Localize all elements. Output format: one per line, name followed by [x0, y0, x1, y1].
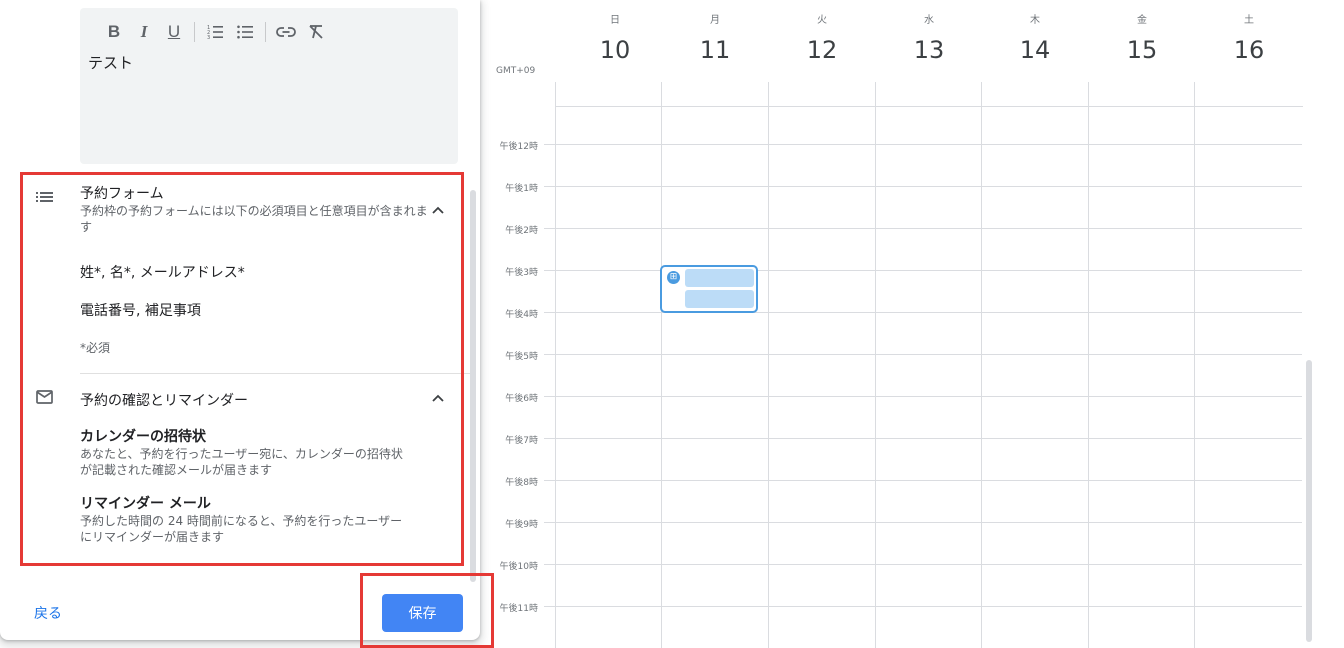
- day-number[interactable]: 14: [995, 36, 1075, 64]
- header-divider: [555, 106, 1303, 107]
- day-of-week: 火: [817, 15, 827, 26]
- time-label: 午後9時: [505, 520, 538, 530]
- editor-toolbar: B I U 1 2 3: [102, 18, 334, 46]
- reminder-title: リマインダー メール: [80, 496, 211, 512]
- panel-scrollbar[interactable]: [470, 190, 476, 582]
- booking-form-title: 予約フォーム: [80, 186, 164, 202]
- time-label: 午後5時: [505, 352, 538, 362]
- reminder-description-line-2: にリマインダーが届きます: [80, 530, 225, 544]
- hour-line: [544, 228, 1302, 229]
- time-label: 午後11時: [499, 604, 538, 614]
- hour-line: [544, 354, 1302, 355]
- booking-settings-panel: B I U 1 2 3 テスト 予約フォーム 予約枠の予約フォームには以下の必須…: [0, 0, 480, 640]
- numbered-list-icon[interactable]: 1 2 3: [203, 20, 227, 44]
- section-divider: [80, 373, 470, 374]
- time-label: 午後10時: [499, 562, 538, 572]
- invite-title: カレンダーの招待状: [80, 429, 206, 445]
- day-of-week: 木: [1030, 15, 1040, 26]
- chevron-up-icon[interactable]: [432, 394, 444, 402]
- hour-line: [544, 438, 1302, 439]
- confirmation-title: 予約の確認とリマインダー: [80, 393, 248, 409]
- invite-description-line-2: が記載された確認メールが届きます: [80, 463, 273, 477]
- hour-line: [544, 312, 1302, 313]
- save-button[interactable]: 保存: [382, 594, 463, 632]
- time-label: 午後2時: [505, 226, 538, 236]
- appointment-slot[interactable]: [685, 290, 754, 308]
- hour-line: [544, 270, 1302, 271]
- hour-line: [544, 606, 1302, 607]
- hour-line: [544, 480, 1302, 481]
- day-number[interactable]: 11: [675, 36, 755, 64]
- week-calendar: GMT+09 日 月 火 水 木 金 土 10 11 12 13 14 15 1…: [480, 0, 1344, 648]
- time-label: 午後8時: [505, 478, 538, 488]
- mail-icon: [36, 390, 53, 404]
- hour-line: [544, 522, 1302, 523]
- description-editor[interactable]: B I U 1 2 3 テスト: [80, 8, 458, 164]
- back-link[interactable]: 戻る: [34, 603, 62, 623]
- svg-text:3: 3: [207, 35, 210, 41]
- link-icon[interactable]: [274, 20, 298, 44]
- time-label: 午後1時: [505, 184, 538, 194]
- day-number[interactable]: 16: [1209, 36, 1289, 64]
- chevron-up-icon[interactable]: [432, 206, 444, 214]
- optional-fields: 電話番号, 補足事項: [80, 303, 201, 319]
- italic-button[interactable]: I: [132, 20, 156, 44]
- day-of-week: 水: [924, 15, 934, 26]
- day-of-week: 月: [710, 15, 720, 26]
- required-note: *必須: [80, 341, 111, 355]
- bold-button[interactable]: B: [102, 20, 126, 44]
- time-label: 午後7時: [505, 436, 538, 446]
- appointment-slot[interactable]: [685, 269, 754, 287]
- time-label: 午後3時: [505, 268, 538, 278]
- hour-line: [544, 396, 1302, 397]
- reminder-description-line-1: 予約した時間の 24 時間前になると、予約を行ったユーザー: [80, 514, 403, 528]
- day-number[interactable]: 12: [782, 36, 862, 64]
- required-fields: 姓*, 名*, メールアドレス*: [80, 265, 245, 281]
- hour-line: [544, 186, 1302, 187]
- editor-content[interactable]: テスト: [88, 52, 133, 73]
- clear-formatting-icon[interactable]: [304, 20, 328, 44]
- appointment-grid-icon: ⊞: [667, 271, 680, 284]
- day-of-week: 日: [610, 15, 620, 26]
- underline-button[interactable]: U: [162, 20, 186, 44]
- appointment-schedule-block[interactable]: ⊞: [660, 265, 758, 313]
- toolbar-divider: [265, 22, 266, 42]
- day-number[interactable]: 10: [575, 36, 655, 64]
- time-label: 午後12時: [499, 142, 538, 152]
- timezone-label: GMT+09: [496, 66, 536, 76]
- day-of-week: 金: [1137, 15, 1147, 26]
- hour-line: [544, 144, 1302, 145]
- time-label: 午後6時: [505, 394, 538, 404]
- hour-line: [544, 564, 1302, 565]
- day-number[interactable]: 13: [889, 36, 969, 64]
- toolbar-divider: [194, 22, 195, 42]
- bulleted-list-icon[interactable]: [233, 20, 257, 44]
- day-number[interactable]: 15: [1102, 36, 1182, 64]
- invite-description-line-1: あなたと、予約を行ったユーザー宛に、カレンダーの招待状: [80, 447, 403, 461]
- booking-form-description: 予約枠の予約フォームには以下の必須項目と任意項目が含まれます: [80, 204, 428, 234]
- day-of-week: 土: [1244, 15, 1254, 26]
- time-label: 午後4時: [505, 310, 538, 320]
- calendar-scrollbar[interactable]: [1306, 360, 1312, 642]
- list-icon: [36, 190, 54, 204]
